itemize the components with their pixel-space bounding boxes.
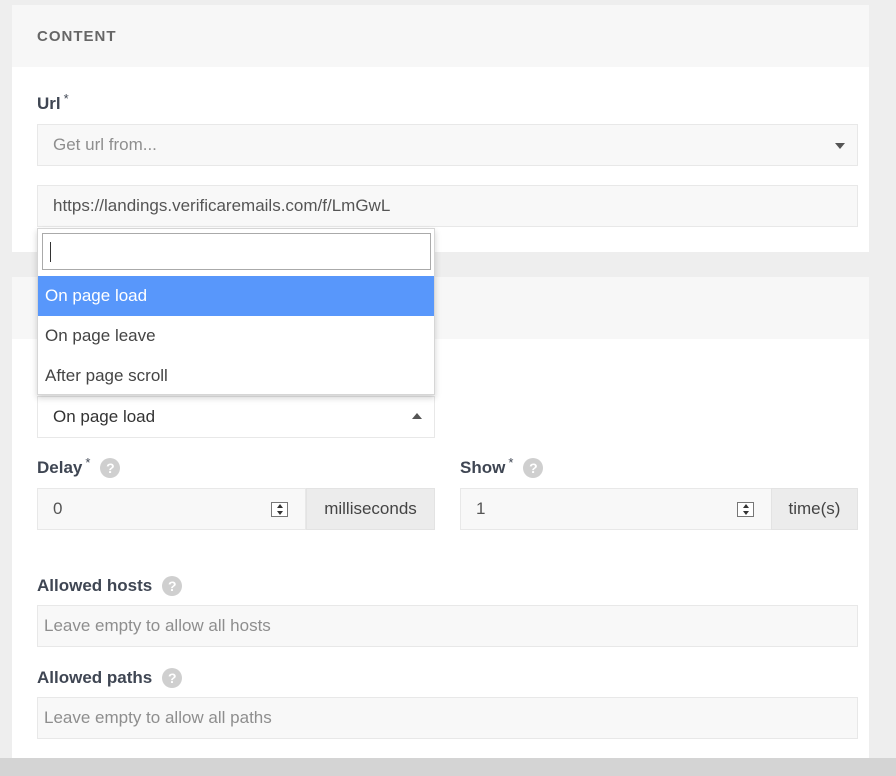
show-label-text: Show xyxy=(460,458,506,477)
allowed-hosts-placeholder: Leave empty to allow all hosts xyxy=(44,616,271,635)
delay-unit: milliseconds xyxy=(306,488,435,530)
number-spinner-icon[interactable] xyxy=(737,502,754,517)
dropdown-option-on-page-leave[interactable]: On page leave xyxy=(38,316,434,356)
chevron-down-icon xyxy=(835,143,845,149)
help-icon[interactable]: ? xyxy=(162,576,183,596)
show-input[interactable]: 1 xyxy=(460,488,772,530)
allowed-paths-label: Allowed paths ? xyxy=(37,668,183,688)
url-label: Url * xyxy=(37,90,69,114)
help-icon[interactable]: ? xyxy=(523,458,544,478)
url-source-placeholder: Get url from... xyxy=(53,135,157,154)
allowed-paths-placeholder: Leave empty to allow all paths xyxy=(44,708,272,727)
allowed-hosts-input[interactable]: Leave empty to allow all hosts xyxy=(37,605,858,647)
allowed-paths-input[interactable]: Leave empty to allow all paths xyxy=(37,697,858,739)
help-icon[interactable]: ? xyxy=(100,458,121,478)
required-mark: * xyxy=(63,90,69,106)
chevron-up-icon xyxy=(412,413,422,419)
number-spinner-icon[interactable] xyxy=(271,502,288,517)
dropdown-option-after-page-scroll[interactable]: After page scroll xyxy=(38,356,434,396)
delay-label: Delay * ? xyxy=(37,454,121,478)
text-caret xyxy=(50,241,51,262)
dropdown-option-on-page-load[interactable]: On page load xyxy=(38,276,434,316)
url-input-value: https://landings.verificaremails.com/f/L… xyxy=(53,196,391,215)
dropdown-search-input[interactable] xyxy=(42,233,431,270)
allowed-hosts-label-text: Allowed hosts xyxy=(37,576,153,595)
url-input[interactable]: https://landings.verificaremails.com/f/L… xyxy=(37,185,858,227)
url-label-text: Url xyxy=(37,94,61,113)
show-unit: time(s) xyxy=(771,488,858,530)
horizontal-scrollbar[interactable] xyxy=(0,758,896,776)
delay-input[interactable]: 0 xyxy=(37,488,306,530)
allowed-paths-label-text: Allowed paths xyxy=(37,668,153,687)
required-mark: * xyxy=(508,454,514,470)
help-icon[interactable]: ? xyxy=(162,668,183,688)
required-mark: * xyxy=(85,454,91,470)
trigger-select[interactable]: On page load xyxy=(37,396,435,438)
url-source-select[interactable]: Get url from... xyxy=(37,124,858,166)
show-value: 1 xyxy=(476,499,486,518)
delay-label-text: Delay xyxy=(37,458,83,477)
allowed-hosts-label: Allowed hosts ? xyxy=(37,576,183,596)
trigger-select-value: On page load xyxy=(53,407,156,426)
delay-value: 0 xyxy=(53,499,63,518)
show-label: Show * ? xyxy=(460,454,544,478)
trigger-dropdown: On page load On page leave After page sc… xyxy=(37,228,435,395)
content-section-title: CONTENT xyxy=(12,5,869,67)
